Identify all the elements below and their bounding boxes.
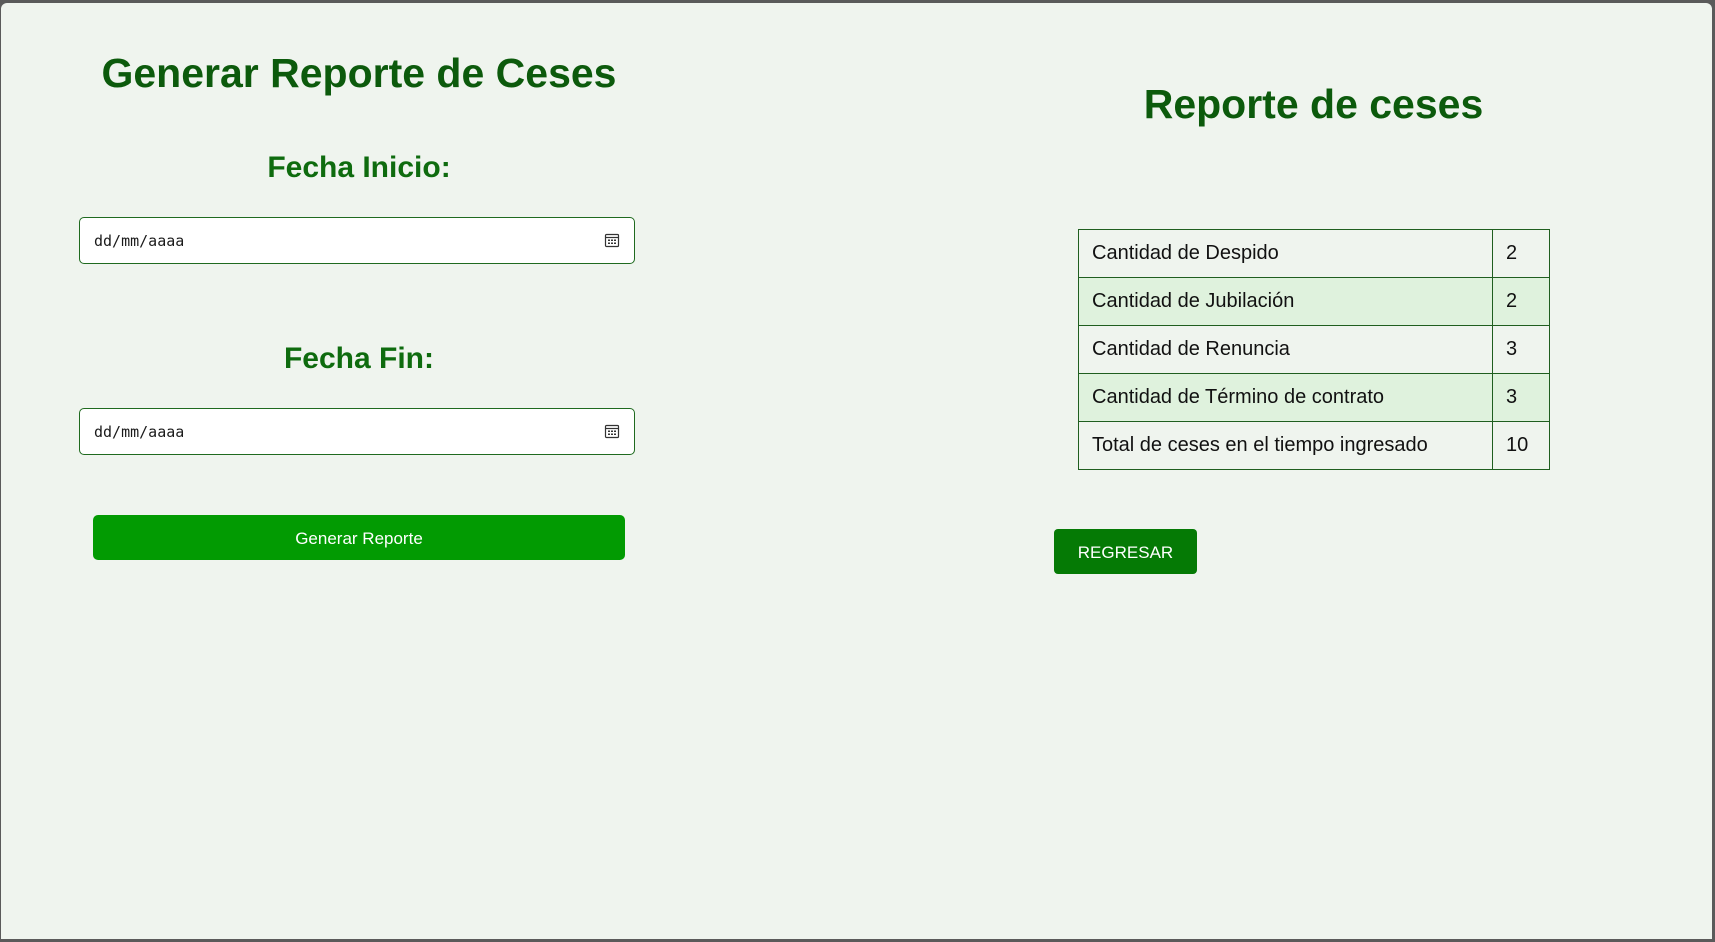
report-title: Reporte de ceses <box>1143 81 1484 127</box>
row-value: 2 <box>1492 277 1550 326</box>
generate-report-button[interactable]: Generar Reporte <box>93 515 625 560</box>
start-date-placeholder: dd/mm/aaaa <box>94 232 185 250</box>
row-value: 10 <box>1492 421 1550 470</box>
end-date-placeholder: dd/mm/aaaa <box>94 423 185 441</box>
calendar-icon[interactable] <box>604 232 620 248</box>
report-form: Generar Reporte de Ceses Fecha Inicio: d… <box>1 3 717 939</box>
table-row: Cantidad de Renuncia 3 <box>1078 325 1550 374</box>
row-value: 3 <box>1492 373 1550 422</box>
table-row: Cantidad de Jubilación 2 <box>1078 277 1550 326</box>
row-label: Cantidad de Jubilación <box>1078 277 1493 326</box>
table-row: Cantidad de Despido 2 <box>1078 229 1550 278</box>
start-date-label: Fecha Inicio: <box>267 151 451 184</box>
page: Generar Reporte de Ceses Fecha Inicio: d… <box>1 3 1712 939</box>
back-button[interactable]: REGRESAR <box>1054 529 1197 574</box>
end-date-label: Fecha Fin: <box>283 342 434 375</box>
table-row: Total de ceses en el tiempo ingresado 10 <box>1078 421 1550 470</box>
report-table: Cantidad de Despido 2 Cantidad de Jubila… <box>1078 229 1550 470</box>
row-value: 2 <box>1492 229 1550 278</box>
row-label: Cantidad de Término de contrato <box>1078 373 1493 422</box>
row-label: Cantidad de Despido <box>1078 229 1493 278</box>
row-value: 3 <box>1492 325 1550 374</box>
table-row: Cantidad de Término de contrato 3 <box>1078 373 1550 422</box>
start-date-input[interactable]: dd/mm/aaaa <box>79 217 635 264</box>
form-title: Generar Reporte de Ceses <box>101 50 617 96</box>
end-date-input[interactable]: dd/mm/aaaa <box>79 408 635 455</box>
calendar-icon[interactable] <box>604 423 620 439</box>
row-label: Total de ceses en el tiempo ingresado <box>1078 421 1493 470</box>
row-label: Cantidad de Renuncia <box>1078 325 1493 374</box>
